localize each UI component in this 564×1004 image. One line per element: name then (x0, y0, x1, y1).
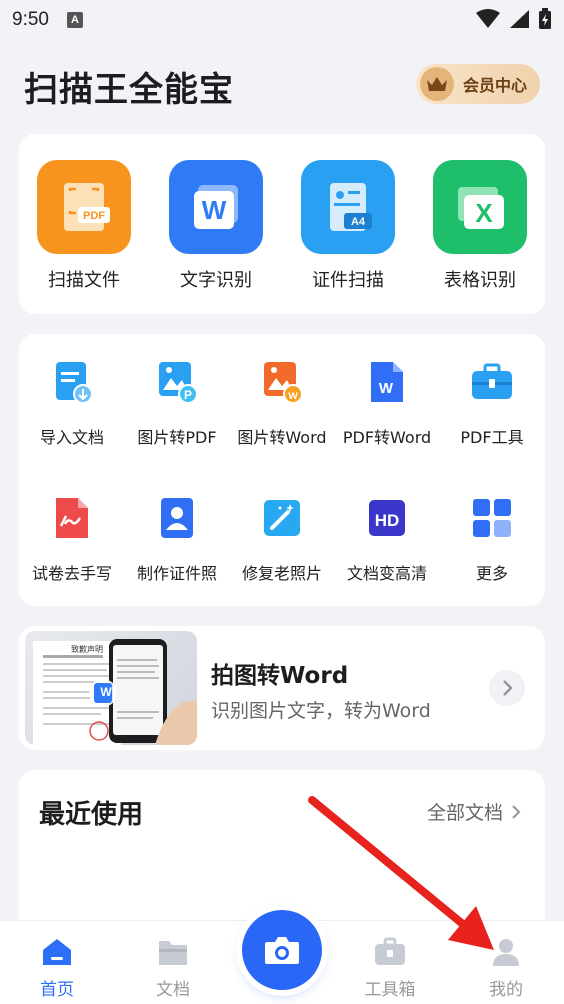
svg-text:W: W (379, 380, 394, 397)
photo-to-word-banner[interactable]: 致歉声明 W 拍图转Word 识别图片文字，转为Word (19, 626, 545, 750)
banner-word-badge: W (100, 685, 112, 699)
pdf-to-word-icon: W (365, 360, 409, 404)
nav-documents-label: 文档 (156, 980, 190, 1000)
vip-center-label: 会员中心 (463, 76, 528, 95)
nav-home[interactable]: 首页 (17, 937, 97, 1000)
svg-text:HD: HD (375, 511, 400, 530)
scan-file-label: 扫描文件 (48, 270, 120, 291)
restore-photo-icon (260, 496, 304, 540)
crown-icon (420, 67, 454, 101)
restore-photo-button[interactable]: 修复老照片 (229, 496, 335, 584)
pdf-tools-icon (470, 360, 514, 404)
wifi-icon (476, 9, 500, 28)
restore-photo-label: 修复老照片 (241, 564, 322, 583)
status-time: 9:50 (12, 9, 49, 30)
remove-handwriting-label: 试卷去手写 (31, 564, 112, 583)
id-scan-button[interactable]: A4 证件扫描 (293, 160, 403, 292)
hd-doc-button[interactable]: HD 文档变高清 (334, 496, 440, 584)
image-to-pdf-icon: P (155, 360, 199, 404)
table-recognition-button[interactable]: X 表格识别 (425, 160, 535, 292)
image-to-pdf-button[interactable]: P 图片转PDF (124, 360, 230, 448)
import-doc-label: 导入文档 (39, 428, 104, 447)
image-to-word-label: 图片转Word (237, 428, 327, 447)
image-to-word-icon: w (260, 360, 304, 404)
id-card-scan-icon: A4 (301, 160, 395, 254)
nav-toolbox-label: 工具箱 (364, 980, 416, 1000)
all-documents-link[interactable]: 全部文档 (427, 798, 521, 825)
main-features-card: PDF 扫描文件 W 文字识别 A4 证件扫描 X 表格识别 (19, 134, 545, 314)
camera-button[interactable] (242, 910, 322, 990)
profile-icon (490, 937, 522, 967)
word-ocr-icon: W (169, 160, 263, 254)
banner-doc-title: 致歉声明 (71, 645, 103, 654)
text-recognition-label: 文字识别 (180, 270, 252, 291)
more-tools-label: 更多 (475, 564, 508, 583)
toolbox-icon (374, 937, 406, 967)
svg-text:X: X (475, 198, 493, 228)
remove-handwriting-button[interactable]: 试卷去手写 (19, 496, 125, 584)
excel-ocr-icon: X (433, 160, 527, 254)
id-photo-label: 制作证件照 (136, 564, 217, 583)
table-recognition-label: 表格识别 (444, 270, 516, 291)
nav-home-label: 首页 (40, 980, 74, 1000)
scan-pdf-icon: PDF (37, 160, 131, 254)
image-to-word-button[interactable]: w 图片转Word (229, 360, 335, 448)
pdf-tools-button[interactable]: PDF工具 (439, 360, 545, 448)
more-tools-button[interactable]: 更多 (439, 496, 545, 584)
svg-text:W: W (202, 195, 227, 225)
folder-icon (157, 937, 189, 967)
nav-toolbox[interactable]: 工具箱 (350, 937, 430, 1000)
import-doc-icon (50, 360, 94, 404)
status-icons (476, 8, 552, 30)
image-to-pdf-label: 图片转PDF (137, 428, 217, 447)
text-recognition-button[interactable]: W 文字识别 (161, 160, 271, 292)
home-icon (41, 937, 73, 967)
pdf-tools-label: PDF工具 (460, 428, 524, 447)
all-documents-label: 全部文档 (426, 802, 503, 824)
banner-subtitle: 识别图片文字，转为Word (211, 700, 431, 722)
signal-icon (510, 10, 529, 28)
battery-icon (539, 8, 551, 29)
tools-card: 导入文档 P 图片转PDF w 图片转Word W PDF转Word PDF工具… (19, 334, 545, 606)
nav-profile[interactable]: 我的 (466, 937, 546, 1000)
import-doc-button[interactable]: 导入文档 (19, 360, 125, 448)
pdf-to-word-button[interactable]: W PDF转Word (334, 360, 440, 448)
hd-doc-label: 文档变高清 (346, 564, 427, 583)
page-title: 扫描王全能宝 (24, 70, 234, 110)
recent-title: 最近使用 (39, 800, 144, 830)
banner-title: 拍图转Word (211, 663, 349, 689)
vip-center-button[interactable]: 会员中心 (416, 64, 540, 104)
svg-text:P: P (184, 388, 192, 402)
svg-text:PDF: PDF (83, 210, 105, 222)
remove-handwriting-icon (50, 496, 94, 540)
nav-profile-label: 我的 (489, 980, 523, 1000)
nav-documents[interactable]: 文档 (133, 937, 213, 1000)
chevron-right-icon (512, 804, 521, 819)
status-bar: 9:50 A (0, 0, 564, 40)
id-photo-icon (155, 496, 199, 540)
id-scan-label: 证件扫描 (312, 270, 384, 291)
more-grid-icon (470, 496, 514, 540)
svg-text:w: w (287, 388, 298, 402)
id-photo-button[interactable]: 制作证件照 (124, 496, 230, 584)
pdf-to-word-label: PDF转Word (342, 428, 432, 447)
svg-text:A4: A4 (351, 216, 366, 228)
scan-file-button[interactable]: PDF 扫描文件 (29, 160, 139, 292)
notification-icon: A (66, 12, 83, 28)
chevron-right-icon[interactable] (489, 670, 525, 706)
hd-doc-icon: HD (365, 496, 409, 540)
camera-icon (265, 937, 299, 964)
